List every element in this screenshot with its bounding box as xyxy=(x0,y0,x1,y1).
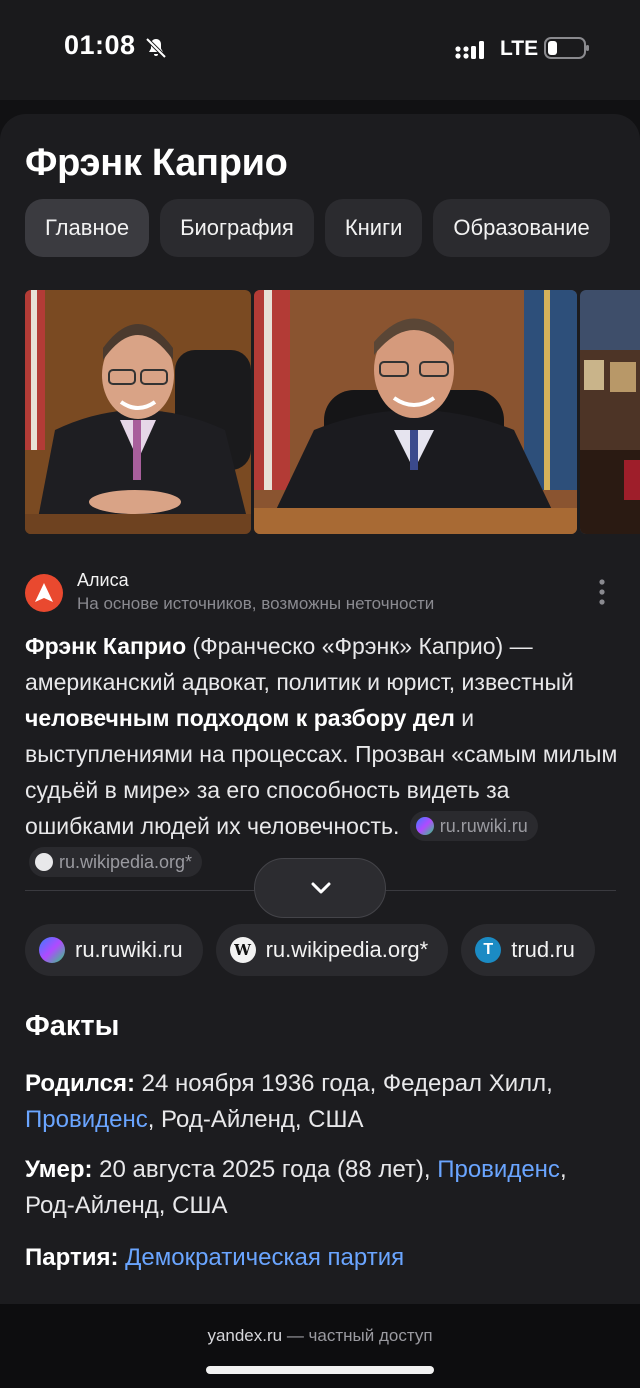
home-indicator[interactable] xyxy=(206,1366,434,1374)
source-label: ru.wikipedia.org* xyxy=(265,937,429,962)
source-chip-ruwiki[interactable]: ru.ruwiki.ru xyxy=(25,924,203,976)
image-carousel xyxy=(25,290,640,534)
facts-heading: Факты xyxy=(25,1010,120,1042)
entity-title: Фрэнк Каприо xyxy=(25,142,288,184)
source-chip-trud[interactable]: T trud.ru xyxy=(461,924,595,976)
tab-education[interactable]: Образование xyxy=(433,199,610,257)
tab-books[interactable]: Книги xyxy=(324,199,423,257)
inline-source-label: ru.ruwiki.ru xyxy=(439,816,528,836)
tab-biography[interactable]: Биография xyxy=(160,199,314,257)
alisa-disclaimer: На основе источников, возможны неточност… xyxy=(77,594,435,613)
fact-value: 24 ноября 1936 года, Федерал Хилл, xyxy=(135,1070,553,1097)
answer-bold-phrase: человечным подходом к разбору дел xyxy=(25,705,455,731)
source-label: trud.ru xyxy=(511,937,575,962)
tab-bar: Главное Биография Книги Образование xyxy=(25,199,610,257)
alisa-name: Алиса xyxy=(77,570,129,590)
fact-label: Партия: xyxy=(25,1244,119,1271)
fact-label: Родился: xyxy=(25,1070,136,1097)
wikipedia-icon: W xyxy=(229,937,256,963)
battery-icon xyxy=(544,37,589,59)
wikipedia-icon xyxy=(35,853,53,871)
birthplace-link[interactable]: Провиденс xyxy=(25,1106,148,1133)
answer-bold-name: Фрэнк Каприо xyxy=(25,633,187,659)
inline-source-label: ru.wikipedia.org* xyxy=(59,852,193,872)
fact-value: , Род-Айленд, США xyxy=(147,1106,364,1133)
judge-photo-3[interactable] xyxy=(580,290,640,534)
knowledge-card: Фрэнк Каприо Главное Биография Книги Обр… xyxy=(0,114,640,1388)
tab-main[interactable]: Главное xyxy=(25,199,150,257)
trud-icon: T xyxy=(475,937,502,963)
alisa-answer: Фрэнк Каприо (Франческо «Фрэнк» Каприо) … xyxy=(25,628,620,880)
chevron-down-icon xyxy=(311,882,331,894)
fact-value: 20 августа 2025 года (88 лет), xyxy=(92,1156,431,1183)
ruwiki-icon xyxy=(39,937,65,963)
judge-photo-1[interactable] xyxy=(25,290,251,534)
alisa-logo-icon xyxy=(25,574,63,612)
expand-answer-button[interactable] xyxy=(254,858,386,918)
fact-label: Умер: xyxy=(25,1156,93,1183)
inline-source-chip-wikipedia[interactable]: ru.wikipedia.org* xyxy=(29,847,203,877)
fact-born: Родился: 24 ноября 1936 года, Федерал Хи… xyxy=(25,1066,620,1138)
bottom-address-bar: yandex.ru — частный доступ xyxy=(0,1304,640,1388)
status-time: 01:08 xyxy=(64,30,136,60)
signal-icon xyxy=(455,41,484,59)
url-domain: yandex.ru xyxy=(207,1326,283,1345)
inline-source-chip-ruwiki[interactable]: ru.ruwiki.ru xyxy=(409,811,538,841)
source-label: ru.ruwiki.ru xyxy=(75,937,183,962)
judge-photo-2[interactable] xyxy=(254,290,577,534)
status-bar: 01:08 LTE xyxy=(0,0,640,100)
private-mode-label: — частный доступ xyxy=(282,1326,433,1345)
fact-party: Партия: Демократическая партия xyxy=(25,1240,620,1276)
party-link[interactable]: Демократическая партия xyxy=(125,1244,404,1271)
bell-muted-icon xyxy=(145,37,167,59)
network-label: LTE xyxy=(500,37,539,60)
source-chip-wikipedia[interactable]: W ru.wikipedia.org* xyxy=(215,924,449,976)
deathplace-link[interactable]: Провиденс xyxy=(437,1156,560,1183)
more-options-icon[interactable] xyxy=(594,578,610,606)
ruwiki-icon xyxy=(415,817,434,835)
fact-died: Умер: 20 августа 2025 года (88 лет), Про… xyxy=(25,1152,620,1224)
address-url[interactable]: yandex.ru — частный доступ xyxy=(0,1326,640,1346)
source-list: ru.ruwiki.ru W ru.wikipedia.org* T trud.… xyxy=(25,924,595,976)
